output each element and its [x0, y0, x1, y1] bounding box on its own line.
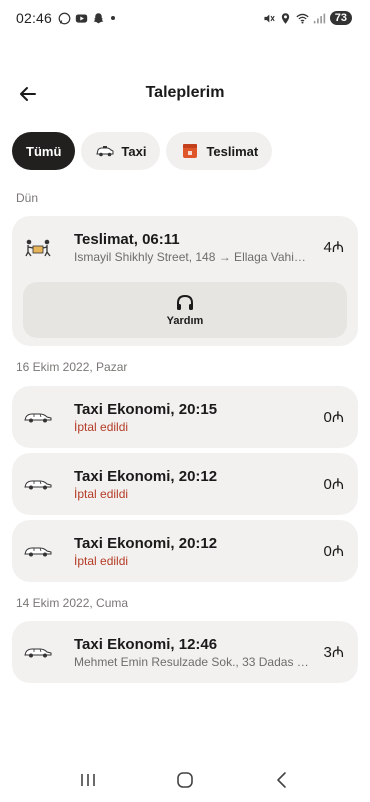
order-title: Taxi Ekonomi, 12:46: [74, 635, 218, 653]
filter-chip-delivery[interactable]: Teslimat: [166, 132, 273, 170]
car-icon: [22, 641, 54, 663]
status-bar: 02:46 73: [0, 0, 370, 36]
order-title: Taxi Ekonomi, 20:12: [74, 467, 218, 485]
order-row[interactable]: Taxi Ekonomi, 12:46 Mehmet Emin Resulzad…: [12, 621, 358, 683]
car-icon: [22, 540, 54, 562]
home-button[interactable]: [165, 764, 205, 796]
order-text: Taxi Ekonomi, 20:12 İptal edildi: [74, 468, 314, 501]
order-row[interactable]: Taxi Ekonomi, 20:12 İptal edildi 0₼: [12, 453, 358, 515]
section-label: 14 Ekim 2022, Cuma: [16, 596, 129, 610]
order-card-delivery: Teslimat, 06:11 Ismayil Shikhly Street, …: [12, 216, 358, 346]
filter-chip-label: Tümü: [26, 143, 62, 159]
youtube-icon: [75, 13, 88, 23]
help-label: Yardım: [166, 314, 204, 327]
order-text: Taxi Ekonomi, 12:46 Mehmet Emin Resulzad…: [74, 636, 314, 669]
page-title: Taleplerim: [145, 84, 225, 101]
order-row[interactable]: Teslimat, 06:11 Ismayil Shikhly Street, …: [12, 216, 358, 278]
home-icon: [177, 772, 193, 788]
filter-chip-all[interactable]: Tümü: [12, 132, 76, 170]
order-status-cancelled: İptal edildi: [74, 486, 129, 501]
filter-chip-taxi[interactable]: Taxi: [81, 132, 161, 170]
more-notifications-dot: [111, 16, 116, 20]
order-card-taxi: Taxi Ekonomi, 12:46 Mehmet Emin Resulzad…: [12, 621, 358, 683]
order-route: Ismayil Shikhly Street, 148 → Ellaga Vah…: [74, 249, 306, 264]
filter-chip-label: Teslimat: [206, 143, 259, 159]
order-text: Taxi Ekonomi, 20:12 İptal edildi: [74, 535, 314, 568]
order-price: 0₼: [323, 543, 345, 560]
order-row[interactable]: Taxi Ekonomi, 20:12 İptal edildi 0₼: [12, 520, 358, 582]
order-address: Mehmet Emin Resulzade Sok., 33 Dadas …: [74, 654, 309, 669]
order-card-taxi: Taxi Ekonomi, 20:12 İptal edildi 0₼: [12, 520, 358, 582]
filter-chip-label: Taxi: [121, 143, 147, 159]
mute-icon: [264, 13, 275, 23]
order-status-cancelled: İptal edildi: [74, 419, 129, 434]
order-text: Taxi Ekonomi, 20:15 İptal edildi: [74, 401, 314, 434]
delivery-box-icon: [180, 142, 200, 160]
order-status-cancelled: İptal edildi: [74, 553, 129, 568]
order-price: 4₼: [323, 239, 345, 256]
signal-icon: [313, 13, 325, 23]
order-card-taxi: Taxi Ekonomi, 20:15 İptal edildi 0₼: [12, 386, 358, 448]
order-price: 0₼: [323, 476, 345, 493]
status-right: 73: [262, 11, 352, 25]
battery-level: 73: [329, 11, 352, 25]
notification-icons: [58, 12, 116, 25]
order-card-taxi: Taxi Ekonomi, 20:12 İptal edildi 0₼: [12, 453, 358, 515]
order-price: 3₼: [323, 644, 345, 661]
section-label: Dün: [16, 191, 39, 205]
back-icon: [276, 772, 286, 788]
snapchat-icon: [93, 12, 104, 23]
filter-chips: Tümü Taxi Teslimat: [12, 132, 273, 170]
headset-icon: [177, 294, 193, 310]
status-time: 02:46: [16, 10, 53, 26]
car-icon: [22, 406, 54, 428]
delivery-courier-icon: [22, 236, 54, 258]
whatsapp-icon: [58, 12, 71, 24]
header: Taleplerim: [0, 76, 370, 110]
order-title: Teslimat, 06:11: [74, 230, 180, 248]
taxi-car-icon: [95, 142, 115, 160]
order-title: Taxi Ekonomi, 20:12: [74, 534, 218, 552]
status-left: 02:46: [16, 10, 116, 26]
car-icon: [22, 473, 54, 495]
order-text: Teslimat, 06:11 Ismayil Shikhly Street, …: [74, 231, 314, 264]
order-row[interactable]: Taxi Ekonomi, 20:15 İptal edildi 0₼: [12, 386, 358, 448]
order-title: Taxi Ekonomi, 20:15: [74, 400, 218, 418]
section-label: 16 Ekim 2022, Pazar: [16, 360, 128, 374]
recent-apps-icon: [81, 774, 96, 786]
order-price: 0₼: [323, 409, 345, 426]
help-button[interactable]: Yardım: [23, 282, 347, 338]
wifi-icon: [296, 13, 309, 24]
arrow-left-icon: [20, 87, 36, 101]
back-button[interactable]: [14, 80, 42, 108]
location-icon: [281, 12, 289, 24]
system-navigation-bar: [0, 758, 370, 802]
system-back-button[interactable]: [262, 764, 302, 796]
recent-apps-button[interactable]: [68, 764, 108, 796]
